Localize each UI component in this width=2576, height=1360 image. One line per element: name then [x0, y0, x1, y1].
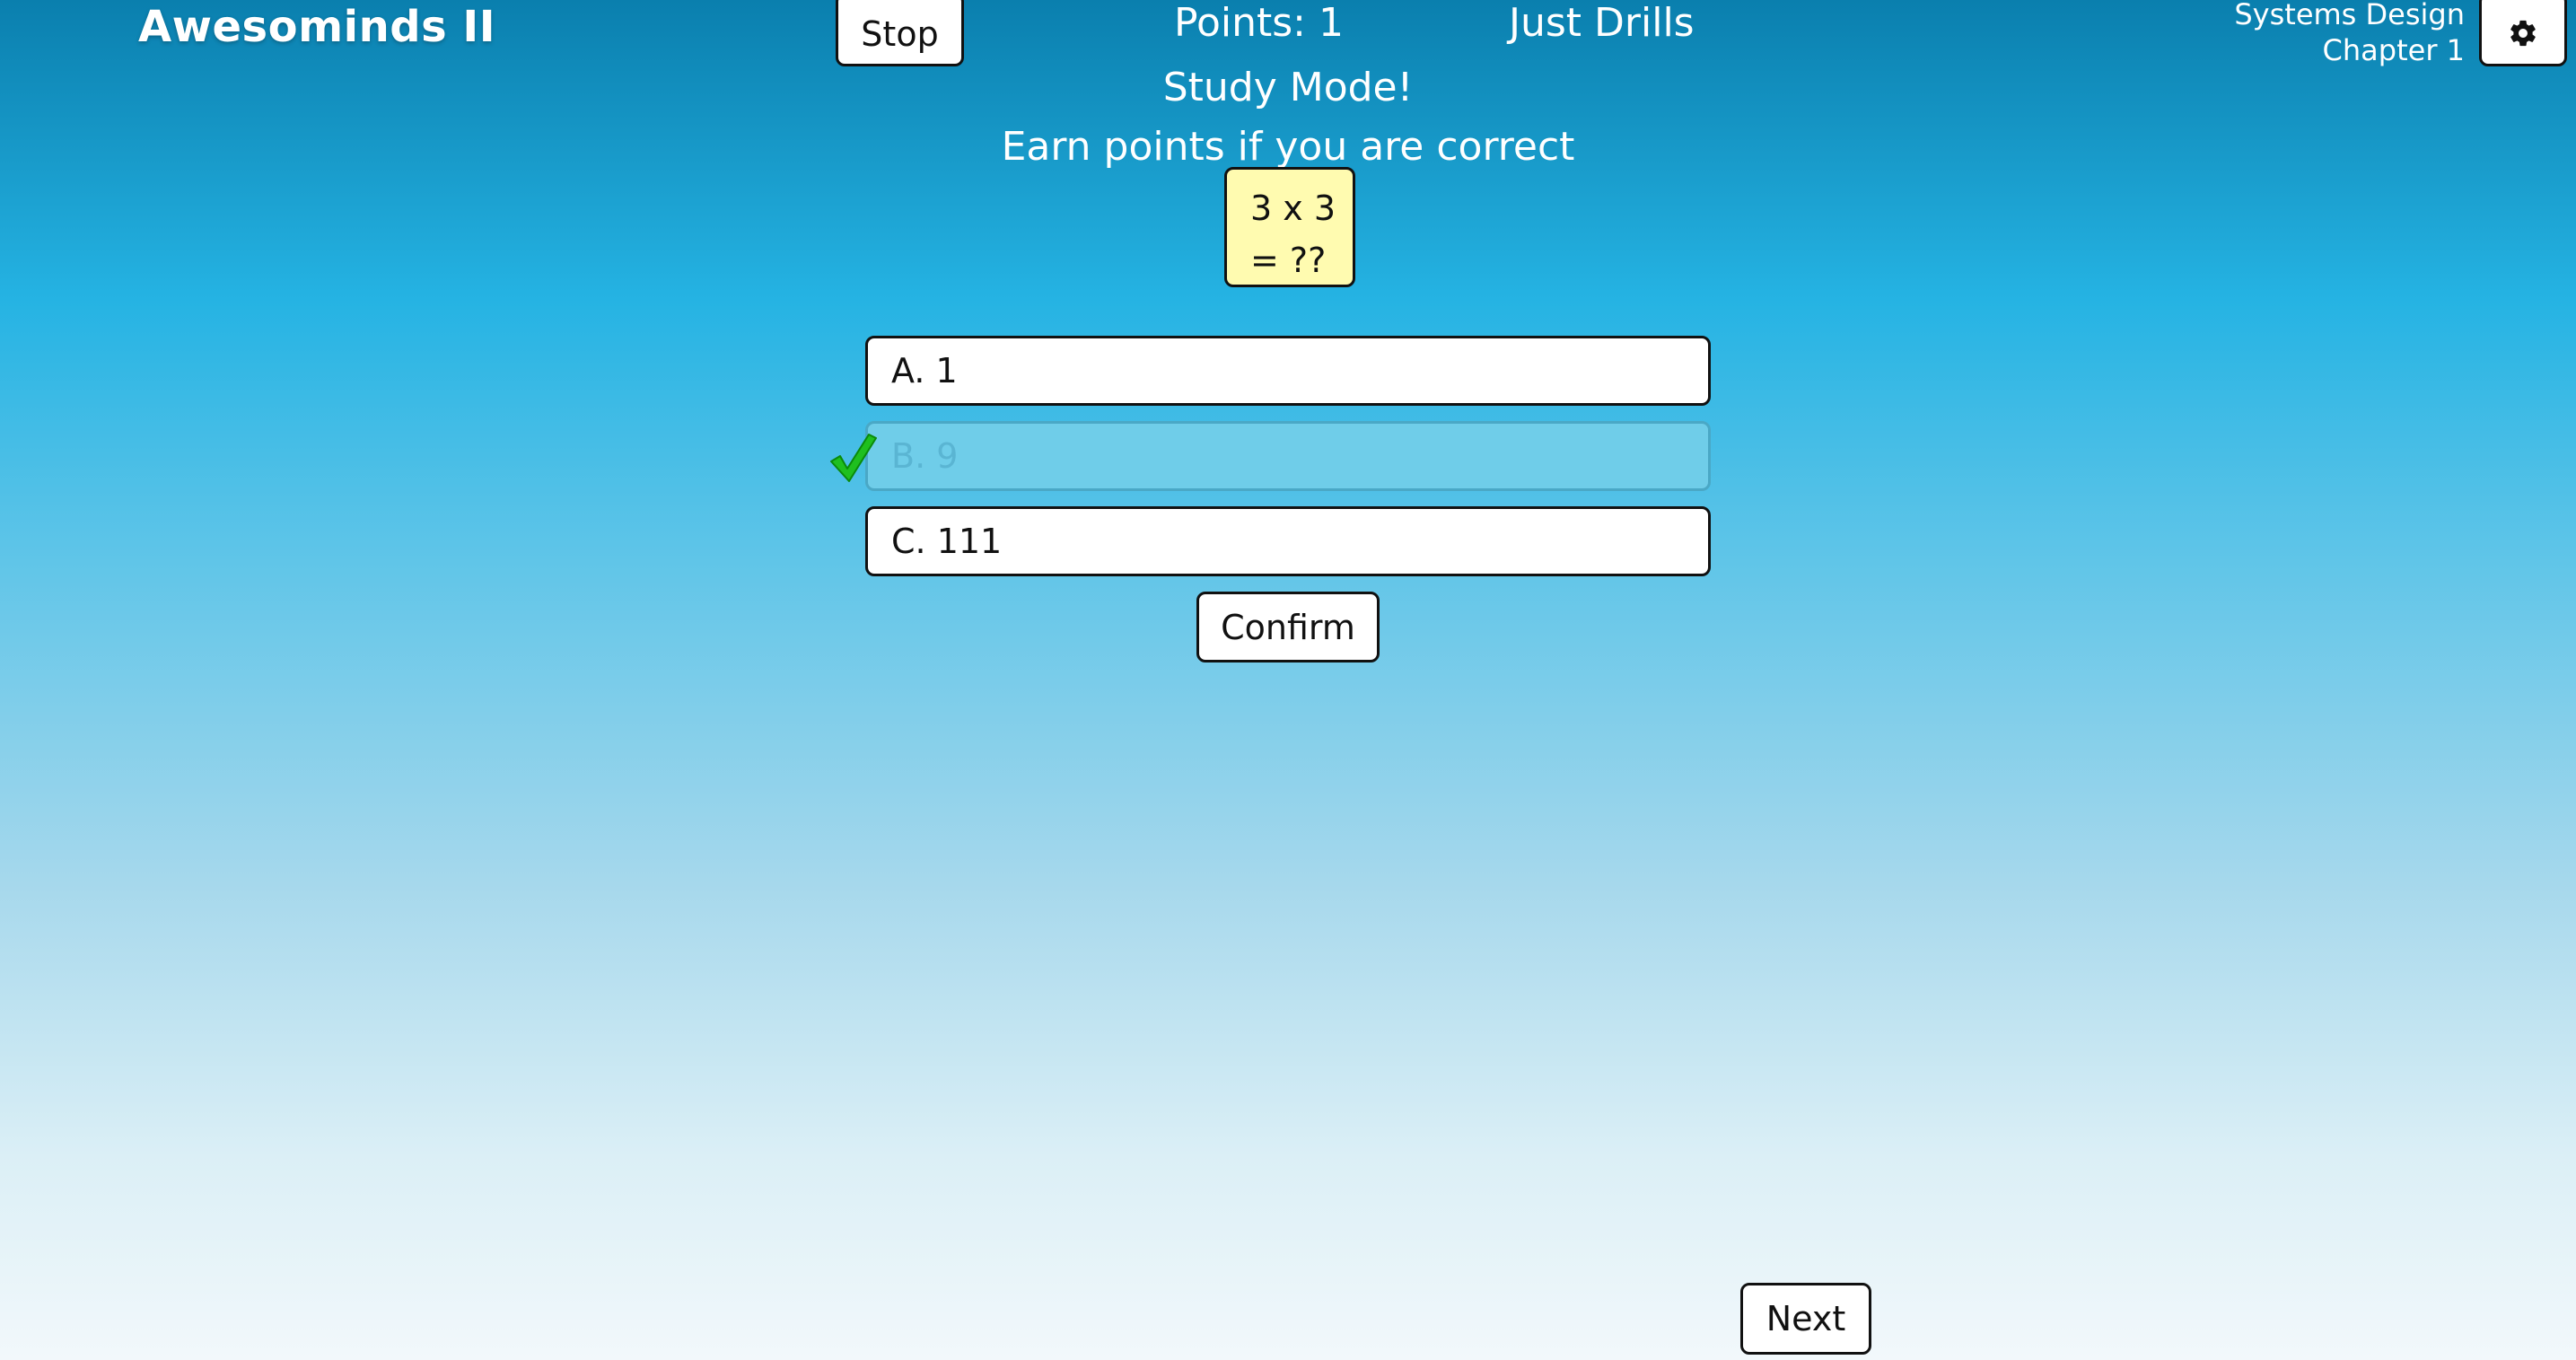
game-mode-label: Just Drills	[1509, 0, 1695, 46]
study-mode-subtitle: Earn points if you are correct	[1001, 124, 1575, 170]
answer-option-c[interactable]: C. 111	[865, 506, 1711, 576]
question-line-1: 3 x 3	[1250, 189, 1336, 228]
next-button[interactable]: Next	[1740, 1283, 1871, 1355]
stop-button[interactable]: Stop	[836, 0, 964, 66]
points-counter: Points: 1	[1174, 0, 1344, 46]
course-name: Systems Design	[2234, 0, 2465, 31]
chapter-name: Chapter 1	[2322, 33, 2465, 67]
confirm-button[interactable]: Confirm	[1196, 592, 1380, 662]
settings-button[interactable]	[2479, 0, 2567, 66]
question-card: 3 x 3 = ??	[1224, 167, 1355, 287]
checkmark-icon	[830, 434, 877, 482]
question-line-2: = ??	[1250, 241, 1327, 280]
gear-icon	[2510, 20, 2536, 47]
answer-option-b[interactable]: B. 9	[865, 421, 1711, 491]
study-mode-title: Study Mode!	[1162, 65, 1414, 110]
answer-option-a[interactable]: A. 1	[865, 336, 1711, 406]
app-title: Awesominds II	[138, 2, 496, 52]
course-info: Systems Design Chapter 1	[2234, 0, 2465, 68]
